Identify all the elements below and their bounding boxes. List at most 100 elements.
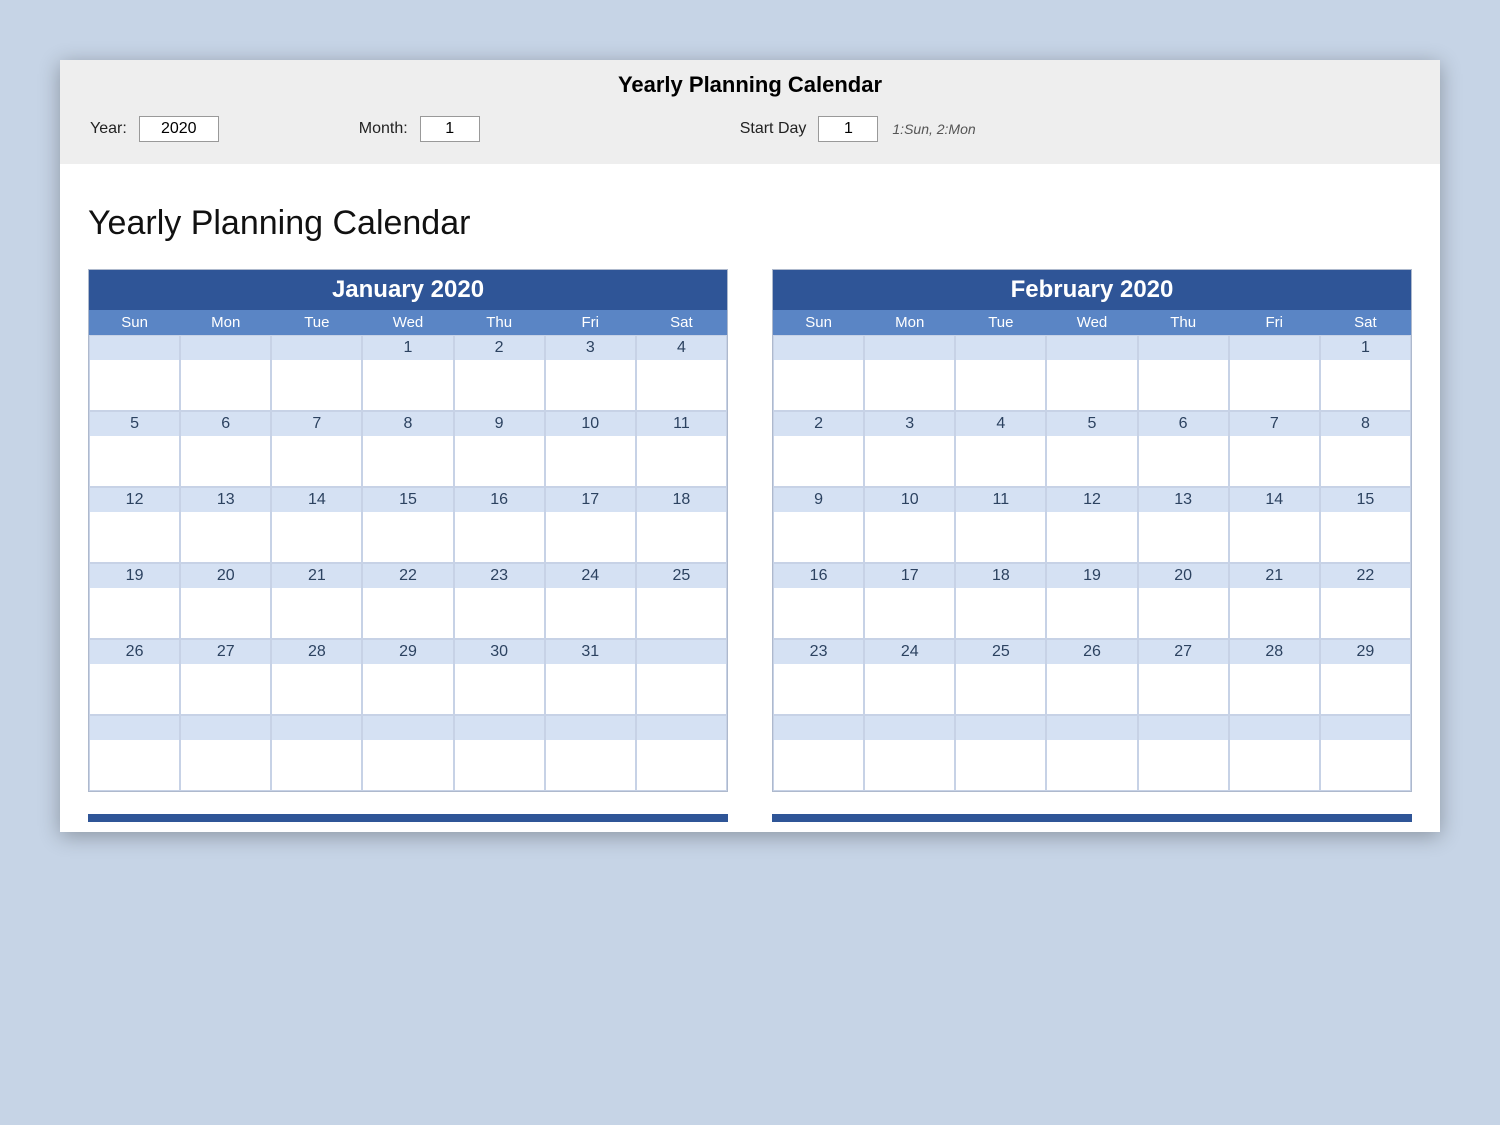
day-cell[interactable]: 17 [545,487,636,563]
day-body[interactable] [637,740,726,790]
day-body[interactable] [1230,360,1319,410]
day-body[interactable] [363,740,452,790]
day-cell[interactable]: 26 [1046,639,1137,715]
day-cell[interactable]: 29 [362,639,453,715]
day-body[interactable] [363,664,452,714]
day-cell[interactable]: 21 [271,563,362,639]
day-cell[interactable]: 24 [864,639,955,715]
day-cell[interactable]: 20 [180,563,271,639]
day-cell[interactable]: 13 [1138,487,1229,563]
day-body[interactable] [774,588,863,638]
day-cell[interactable]: 7 [1229,411,1320,487]
day-cell[interactable] [89,335,180,411]
day-body[interactable] [774,740,863,790]
day-body[interactable] [1047,512,1136,562]
day-body[interactable] [1047,588,1136,638]
day-body[interactable] [865,512,954,562]
day-body[interactable] [455,664,544,714]
day-body[interactable] [1230,740,1319,790]
day-cell[interactable]: 5 [89,411,180,487]
day-cell[interactable] [89,715,180,791]
day-cell[interactable] [1320,715,1411,791]
day-body[interactable] [272,436,361,486]
day-cell[interactable]: 2 [454,335,545,411]
day-cell[interactable] [955,715,1046,791]
day-body[interactable] [956,588,1045,638]
day-body[interactable] [90,740,179,790]
day-cell[interactable]: 22 [1320,563,1411,639]
day-body[interactable] [637,588,726,638]
day-cell[interactable]: 4 [955,411,1046,487]
day-cell[interactable] [1229,335,1320,411]
day-body[interactable] [865,588,954,638]
day-body[interactable] [774,436,863,486]
day-cell[interactable]: 13 [180,487,271,563]
day-body[interactable] [774,512,863,562]
day-cell[interactable] [1138,335,1229,411]
day-cell[interactable]: 23 [454,563,545,639]
day-cell[interactable]: 25 [636,563,727,639]
day-body[interactable] [181,588,270,638]
day-body[interactable] [956,436,1045,486]
day-cell[interactable]: 4 [636,335,727,411]
day-cell[interactable]: 12 [89,487,180,563]
day-body[interactable] [1230,588,1319,638]
day-body[interactable] [181,512,270,562]
day-body[interactable] [1047,664,1136,714]
day-body[interactable] [1321,436,1410,486]
day-body[interactable] [1047,360,1136,410]
day-cell[interactable]: 31 [545,639,636,715]
day-body[interactable] [956,512,1045,562]
day-body[interactable] [546,588,635,638]
day-cell[interactable] [271,335,362,411]
day-cell[interactable]: 23 [773,639,864,715]
day-cell[interactable]: 18 [636,487,727,563]
day-cell[interactable]: 10 [545,411,636,487]
day-body[interactable] [1321,512,1410,562]
day-cell[interactable] [636,715,727,791]
year-input[interactable] [139,116,219,142]
day-body[interactable] [546,664,635,714]
day-body[interactable] [272,740,361,790]
day-cell[interactable]: 16 [454,487,545,563]
day-cell[interactable] [1229,715,1320,791]
day-body[interactable] [546,360,635,410]
day-body[interactable] [455,740,544,790]
day-cell[interactable]: 11 [955,487,1046,563]
day-body[interactable] [865,360,954,410]
day-cell[interactable] [1138,715,1229,791]
day-cell[interactable]: 3 [864,411,955,487]
day-body[interactable] [363,588,452,638]
day-cell[interactable]: 8 [1320,411,1411,487]
day-body[interactable] [455,588,544,638]
day-cell[interactable] [864,335,955,411]
day-body[interactable] [272,512,361,562]
day-cell[interactable] [1046,335,1137,411]
day-body[interactable] [1139,740,1228,790]
day-cell[interactable]: 9 [773,487,864,563]
day-body[interactable] [546,740,635,790]
day-body[interactable] [546,436,635,486]
day-cell[interactable] [773,715,864,791]
day-body[interactable] [1321,664,1410,714]
day-cell[interactable]: 22 [362,563,453,639]
day-body[interactable] [1230,512,1319,562]
day-body[interactable] [455,436,544,486]
day-cell[interactable]: 24 [545,563,636,639]
day-cell[interactable] [864,715,955,791]
day-cell[interactable]: 10 [864,487,955,563]
day-body[interactable] [1139,512,1228,562]
day-body[interactable] [865,740,954,790]
day-body[interactable] [1230,436,1319,486]
day-cell[interactable] [454,715,545,791]
day-body[interactable] [272,588,361,638]
day-cell[interactable]: 1 [1320,335,1411,411]
day-body[interactable] [90,436,179,486]
day-body[interactable] [865,664,954,714]
day-cell[interactable]: 20 [1138,563,1229,639]
day-body[interactable] [1139,664,1228,714]
day-body[interactable] [181,664,270,714]
day-body[interactable] [956,740,1045,790]
month-input[interactable] [420,116,480,142]
day-body[interactable] [272,664,361,714]
